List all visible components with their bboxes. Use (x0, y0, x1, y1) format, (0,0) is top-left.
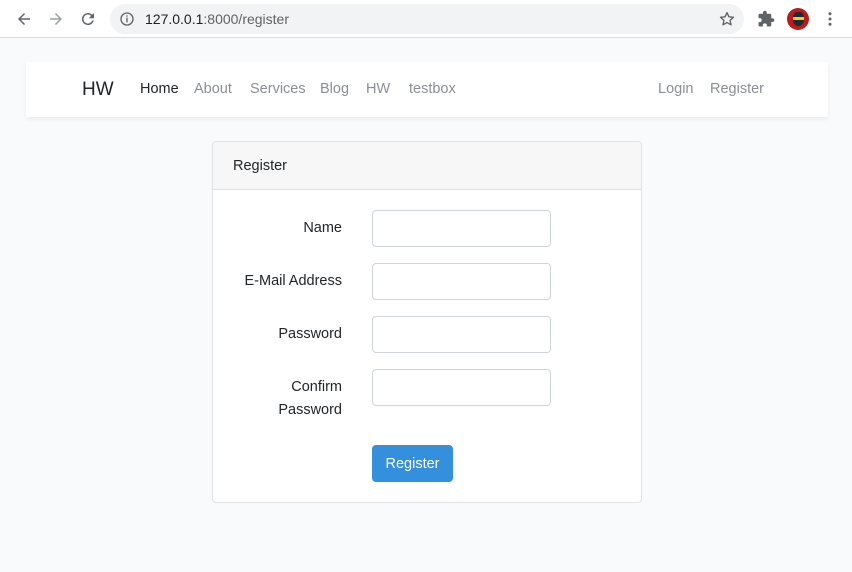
url-text: 127.0.0.1:8000/register (145, 11, 289, 27)
site-navbar: HW Home About Services Blog HW testbox L… (26, 62, 828, 117)
card-header: Register (213, 142, 641, 190)
bookmark-star-icon[interactable] (718, 10, 736, 28)
nav-testbox[interactable]: testbox (409, 81, 456, 97)
confirm-password-label-line2: Password (278, 402, 342, 418)
nav-login[interactable]: Login (658, 81, 693, 97)
nav-home[interactable]: Home (140, 81, 179, 97)
name-input[interactable] (372, 210, 551, 247)
url-host: 127.0.0.1 (145, 11, 204, 27)
profile-avatar[interactable] (787, 8, 809, 30)
info-icon[interactable] (119, 11, 135, 27)
register-card: Register Name E-Mail Address Password Co… (212, 141, 642, 503)
reload-icon[interactable] (76, 7, 100, 31)
browser-toolbar: 127.0.0.1:8000/register (0, 0, 852, 38)
card-title: Register (233, 158, 287, 174)
name-label: Name (303, 220, 342, 236)
nav-register[interactable]: Register (710, 81, 764, 97)
password-label: Password (278, 326, 342, 342)
confirm-password-input[interactable] (372, 369, 551, 406)
nav-services[interactable]: Services (250, 81, 306, 97)
email-label: E-Mail Address (244, 273, 342, 289)
url-path: :8000/register (203, 11, 289, 27)
confirm-password-label-line1: Confirm (291, 379, 342, 395)
back-icon[interactable] (12, 7, 36, 31)
confirm-password-label: Confirm Password (278, 376, 342, 422)
address-bar[interactable]: 127.0.0.1:8000/register (110, 4, 744, 34)
brand-link[interactable]: HW (82, 79, 114, 101)
email-input[interactable] (372, 263, 551, 300)
nav-hw[interactable]: HW (366, 81, 390, 97)
register-submit-button[interactable]: Register (372, 445, 453, 482)
password-input[interactable] (372, 316, 551, 353)
avatar-glasses (793, 17, 804, 20)
menu-kebab-icon[interactable] (818, 7, 842, 31)
nav-blog[interactable]: Blog (320, 81, 349, 97)
nav-about[interactable]: About (194, 81, 232, 97)
extensions-icon[interactable] (754, 7, 778, 31)
forward-icon[interactable] (44, 7, 68, 31)
